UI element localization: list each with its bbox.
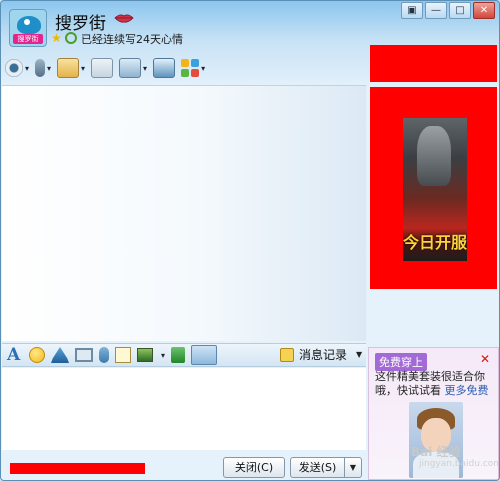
history-icon [280, 347, 294, 362]
avatar-label: 搜罗街 [13, 34, 43, 44]
promo-badge[interactable]: 免费穿上 [375, 353, 427, 371]
magic-emoji-icon[interactable] [51, 347, 69, 363]
main-toolbar: ▾ ▾ ▾ ▾ ▾ [5, 55, 205, 81]
voice-message-icon[interactable] [99, 347, 109, 363]
video-clip-icon[interactable] [75, 348, 93, 362]
chat-window: 搜罗街 搜罗街 ★ 已经连续写24天心情 ▣ — □ ✕ ▾ ▾ ▾ ▾ ▾ 今… [0, 0, 500, 481]
watermark-url: jingyan.baidu.com [419, 459, 500, 469]
chevron-down-icon[interactable]: ▼ [356, 350, 362, 359]
chevron-down-icon[interactable]: ▾ [47, 64, 51, 73]
message-history-pane[interactable] [2, 85, 366, 341]
signature-text: 已经连续写24天心情 [81, 33, 183, 46]
close-button[interactable]: 关闭(C) [223, 457, 285, 478]
mic-icon [35, 59, 46, 77]
bird-logo-icon [17, 16, 41, 34]
promo-more-link[interactable]: 更多免费 [445, 384, 489, 397]
history-label: 消息记录 [299, 348, 348, 362]
promo-close-icon[interactable]: ✕ [480, 352, 490, 366]
chevron-down-icon[interactable]: ▾ [143, 64, 147, 73]
chevron-down-icon[interactable]: ▾ [81, 64, 85, 73]
lips-icon[interactable] [114, 13, 134, 23]
redacted-bar [10, 463, 145, 474]
send-options-chevron-icon[interactable]: ▼ [345, 458, 361, 477]
add-chat-button[interactable] [91, 56, 114, 80]
emoji-icon[interactable] [29, 347, 45, 363]
send-label[interactable]: 发送(S) [291, 458, 345, 477]
promo-text: 这件精美套装很适合你哦，快试试看 更多免费 [375, 370, 497, 398]
watermark: Bai 经验 [411, 445, 461, 459]
mic-button[interactable]: ▾ [35, 56, 51, 80]
skin-button[interactable]: ▣ [401, 2, 423, 19]
message-input[interactable] [2, 368, 366, 450]
screen-share-icon [153, 58, 176, 78]
avatar[interactable]: 搜罗街 [9, 9, 47, 47]
remote-button[interactable]: ▾ [119, 56, 147, 80]
transfer-button[interactable]: ▾ [57, 56, 85, 80]
window-controls: ▣ — □ ✕ [401, 2, 495, 19]
close-window-button[interactable]: ✕ [473, 2, 495, 19]
status-icon[interactable] [65, 32, 77, 44]
remote-assist-icon [119, 58, 142, 78]
ad-banner-top[interactable] [370, 45, 497, 82]
picture-icon[interactable] [137, 348, 153, 362]
chevron-down-icon[interactable]: ▾ [201, 64, 205, 73]
minimize-button[interactable]: — [425, 2, 447, 19]
ad-banner-main[interactable]: 今日开服 [370, 87, 497, 289]
chevron-down-icon[interactable]: ▾ [161, 351, 165, 360]
bottom-bar: 关闭(C) 发送(S) ▼ [2, 451, 366, 480]
message-history-button[interactable]: 消息记录 ▼ [280, 346, 362, 363]
font-icon[interactable]: A [7, 345, 23, 365]
chevron-down-icon[interactable]: ▾ [25, 64, 29, 73]
screenshot-icon[interactable] [191, 345, 218, 365]
webcam-button[interactable]: ▾ [5, 56, 29, 80]
ad-game-text: 今日开服 [403, 233, 467, 252]
music-icon[interactable] [171, 347, 186, 363]
chat-add-icon [91, 58, 114, 78]
send-button[interactable]: 发送(S) ▼ [290, 457, 362, 478]
screen-share-button[interactable] [153, 56, 176, 80]
file-transfer-icon [57, 58, 80, 78]
apps-button[interactable]: ▾ [181, 56, 205, 80]
maximize-button[interactable]: □ [449, 2, 471, 19]
apps-icon [181, 59, 200, 77]
webcam-icon [5, 59, 23, 77]
ad-game-image[interactable]: 今日开服 [403, 118, 467, 261]
note-icon[interactable] [115, 347, 131, 363]
star-icon[interactable]: ★ [51, 32, 62, 44]
promo-panel[interactable]: 免费穿上 ✕ 这件精美套装很适合你哦，快试试看 更多免费 Bai 经验 jing… [368, 347, 499, 480]
